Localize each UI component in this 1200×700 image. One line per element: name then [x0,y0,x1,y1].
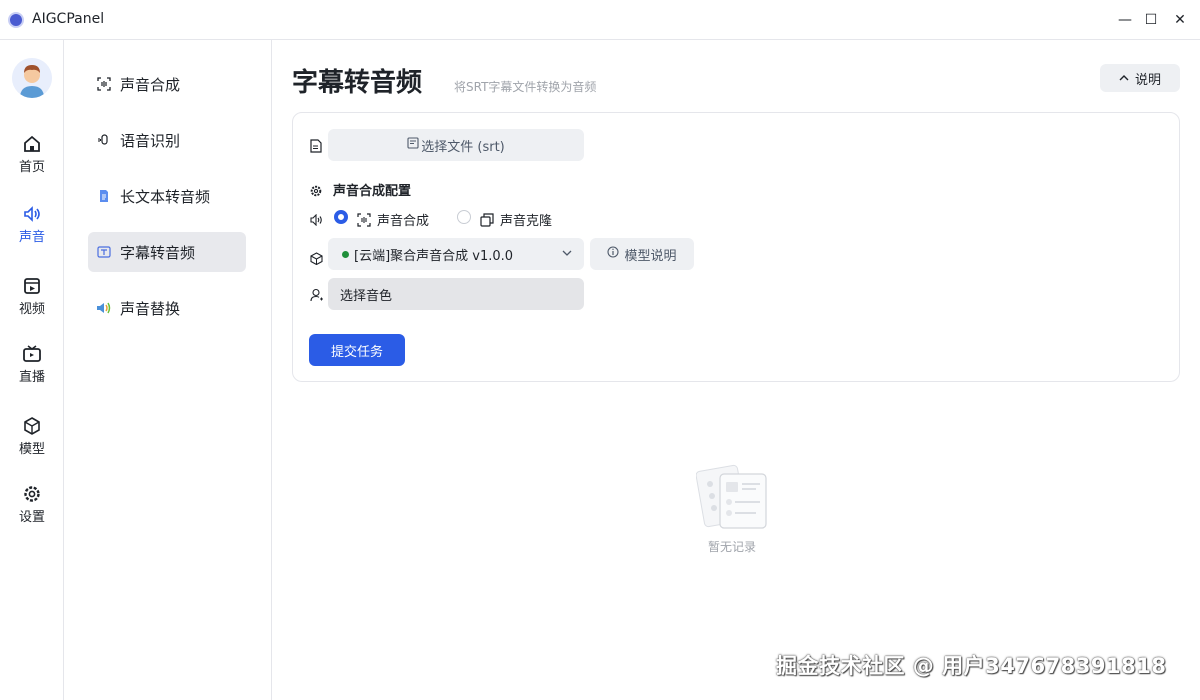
rail-item-label: 直播 [18,370,45,385]
rail-item-model[interactable]: 模型 [0,414,64,464]
sub-item-sound-replace[interactable]: 声音替换 [88,288,246,328]
video-icon [24,278,40,294]
radio-voice-synthesis[interactable] [334,210,348,224]
help-toggle-button[interactable]: 说明 [1100,64,1180,92]
empty-state-text: 暂无记录 [708,540,757,554]
radio-label-text: 声音合成 [377,214,430,229]
rail-item-label: 模型 [18,442,45,457]
rail-item-label: 声音 [18,230,45,245]
model-status-dot [342,250,349,258]
speaker-icon [24,206,40,222]
settings-icon [310,182,324,197]
tv-icon [23,345,41,362]
rail-item-label: 视频 [18,302,45,317]
sub-item-label: 字幕转音频 [120,243,196,262]
app-title: AIGCPanel [32,11,105,27]
title-bar: AIGCPanel — ☐ ✕ [0,0,1200,40]
sub-item-label: 语音识别 [120,131,181,150]
mic-icon [96,132,112,148]
gear-icon [24,486,40,502]
rail-item-label: 设置 [18,510,45,525]
app-logo-icon [8,12,24,28]
volume-icon [310,211,324,227]
page-title: 字幕转音频 [292,68,423,98]
user-voice-icon [310,287,324,302]
model-select-value: [云端]聚合声音合成 v1.0.0 [354,248,514,264]
voice-select-placeholder: 选择音色 [340,288,393,304]
sub-item-long-text-audio[interactable]: 长文本转音频 [88,176,246,216]
radio-voice-clone[interactable] [457,210,471,224]
maximize-button[interactable]: ☐ [1139,8,1163,32]
document-icon [96,188,112,204]
select-file-label: 选择文件 (srt) [421,139,505,155]
sub-item-label: 声音替换 [120,299,181,318]
watermark: 掘金技术社区 @ 用户347678391818 [776,654,1167,678]
rail-item-settings[interactable]: 设置 [0,482,64,532]
chevron-down-icon [562,247,572,262]
secondary-nav: 声音合成 语音识别 长文本转音频 字幕转音频 声音替换 [64,40,272,700]
model-help-button[interactable]: 模型说明 [590,238,694,270]
sub-item-speech-recognition[interactable]: 语音识别 [88,120,246,160]
section-title: 声音合成配置 [333,184,412,199]
model-cube-icon [310,250,324,266]
submit-task-button[interactable]: 提交任务 [309,334,405,366]
rail-item-sound[interactable]: 声音 [0,202,64,252]
avatar[interactable] [12,58,52,98]
radio-voice-synthesis-label[interactable]: 声音合成 [357,210,429,229]
close-button[interactable]: ✕ [1168,8,1192,32]
file-icon [310,138,324,153]
clone-icon [480,212,494,227]
radio-voice-clone-label[interactable]: 声音克隆 [480,210,552,229]
empty-records-icon [696,464,767,529]
sub-item-label: 声音合成 [120,75,181,94]
subtitle-icon [96,244,112,260]
sub-item-voice-synthesis[interactable]: 声音合成 [88,64,246,104]
rail-item-label: 首页 [18,160,45,175]
sub-item-subtitle-audio[interactable]: 字幕转音频 [88,232,246,272]
model-select[interactable]: [云端]聚合声音合成 v1.0.0 [328,238,584,270]
info-icon [607,246,620,262]
sub-item-label: 长文本转音频 [120,187,211,206]
rail-item-home[interactable]: 首页 [0,132,64,182]
file-select-icon [407,137,419,153]
minimize-button[interactable]: — [1113,8,1137,32]
radio-label-text: 声音克隆 [500,214,553,229]
home-icon [24,135,40,152]
primary-nav-rail: 首页 声音 视频 直播 模型 设置 [0,40,64,700]
sound-swap-icon [96,300,112,316]
rail-item-live[interactable]: 直播 [0,342,64,392]
select-file-button[interactable]: 选择文件 (srt) [328,129,584,161]
scan-icon [357,212,371,227]
voice-select[interactable]: 选择音色 [328,278,584,310]
avatar-icon [12,58,52,98]
model-help-label: 模型说明 [624,248,677,264]
page-subtitle: 将SRT字幕文件转换为音频 [454,80,597,94]
chevron-up-icon [1119,71,1129,86]
cube-icon [24,417,40,435]
help-toggle-label: 说明 [1134,72,1161,88]
scan-icon [96,76,112,92]
rail-item-video[interactable]: 视频 [0,274,64,324]
